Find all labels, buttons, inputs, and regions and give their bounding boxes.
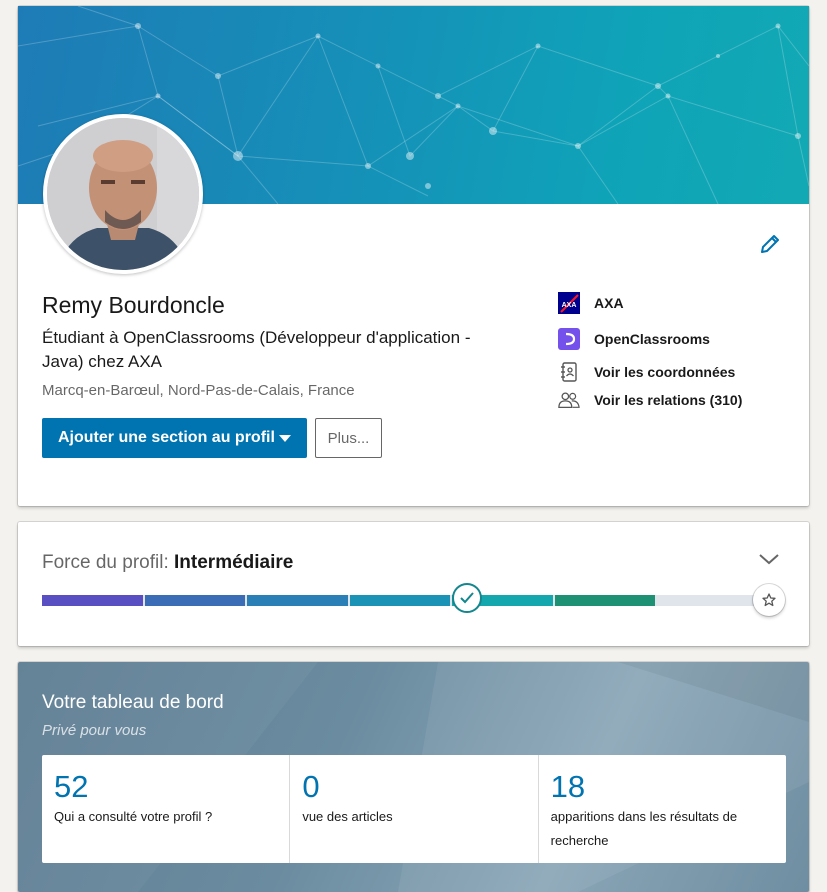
stat-value: 18 (550, 769, 586, 804)
profile-strength-card: Force du profil: Intermédiaire (18, 522, 809, 646)
address-book-icon (558, 361, 580, 383)
strength-current-marker (452, 583, 482, 613)
stat-profile-views[interactable]: 52 Qui a consulté votre profil ? (42, 755, 291, 863)
caret-down-icon (279, 435, 291, 442)
dashboard-card: Votre tableau de bord Privé pour vous 52… (18, 662, 809, 892)
star-icon (762, 593, 776, 607)
axa-logo: AXA (558, 292, 580, 314)
strength-segment (247, 595, 348, 606)
strength-segment (349, 595, 451, 606)
strength-segment (144, 595, 246, 606)
more-button[interactable]: Plus... (315, 418, 382, 458)
connections-link[interactable]: Voir les relations (310) (558, 389, 742, 411)
chevron-down-icon (759, 554, 779, 565)
profile-location: Marcq-en-Barœul, Nord-Pas-de-Calais, Fra… (42, 382, 355, 399)
openclassrooms-logo-wrap (558, 328, 580, 350)
strength-goal-marker[interactable] (753, 584, 785, 616)
company-name: AXA (594, 295, 624, 311)
profile-headline: Étudiant à OpenClassrooms (Développeur d… (42, 328, 471, 371)
connections-label: Voir les relations (310) (594, 392, 743, 408)
add-profile-section-label: Ajouter une section au profil (58, 429, 275, 446)
profile-strength-level: Intermédiaire (174, 552, 294, 573)
profile-strength-label: Force du profil: (42, 552, 169, 573)
stat-label: vue des articles (302, 809, 393, 824)
stat-value: 0 (302, 769, 320, 804)
stat-article-views[interactable]: 0 vue des articles (290, 755, 539, 863)
svg-text:AXA: AXA (562, 302, 577, 309)
dashboard-title: Votre tableau de bord (42, 692, 224, 713)
add-profile-section-button[interactable]: Ajouter une section au profil (42, 418, 307, 458)
stat-label: apparitions dans les résultats de recher… (550, 809, 738, 848)
company-link[interactable]: AXA AXA (558, 292, 624, 314)
axa-logo-wrap: AXA (558, 292, 580, 314)
people-icon (558, 389, 580, 411)
check-icon (460, 592, 474, 604)
contact-info-link[interactable]: Voir les coordonnées (558, 361, 735, 383)
profile-avatar[interactable] (43, 114, 203, 274)
stat-value: 52 (54, 769, 89, 804)
dashboard-stats: 52 Qui a consulté votre profil ? 0 vue d… (42, 755, 786, 863)
pencil-icon (761, 235, 779, 253)
stat-label: Qui a consulté votre profil ? (54, 809, 213, 824)
profile-strength-title: Force du profil: Intermédiaire (42, 552, 293, 574)
profile-card: Remy Bourdoncle Étudiant à OpenClassroom… (18, 6, 809, 506)
strength-segment (554, 595, 656, 606)
strength-toggle-button[interactable] (758, 552, 780, 566)
more-button-label: Plus... (327, 429, 370, 447)
school-link[interactable]: OpenClassrooms (558, 328, 710, 350)
contact-info-label: Voir les coordonnées (594, 364, 736, 380)
dashboard-subtitle: Privé pour vous (42, 722, 147, 739)
school-name: OpenClassrooms (594, 331, 710, 347)
stat-search-appearances[interactable]: 18 apparitions dans les résultats de rec… (539, 755, 786, 863)
strength-segment (42, 595, 143, 606)
edit-profile-button[interactable] (758, 232, 782, 256)
openclassrooms-logo (558, 328, 580, 350)
profile-name: Remy Bourdoncle (42, 292, 225, 318)
